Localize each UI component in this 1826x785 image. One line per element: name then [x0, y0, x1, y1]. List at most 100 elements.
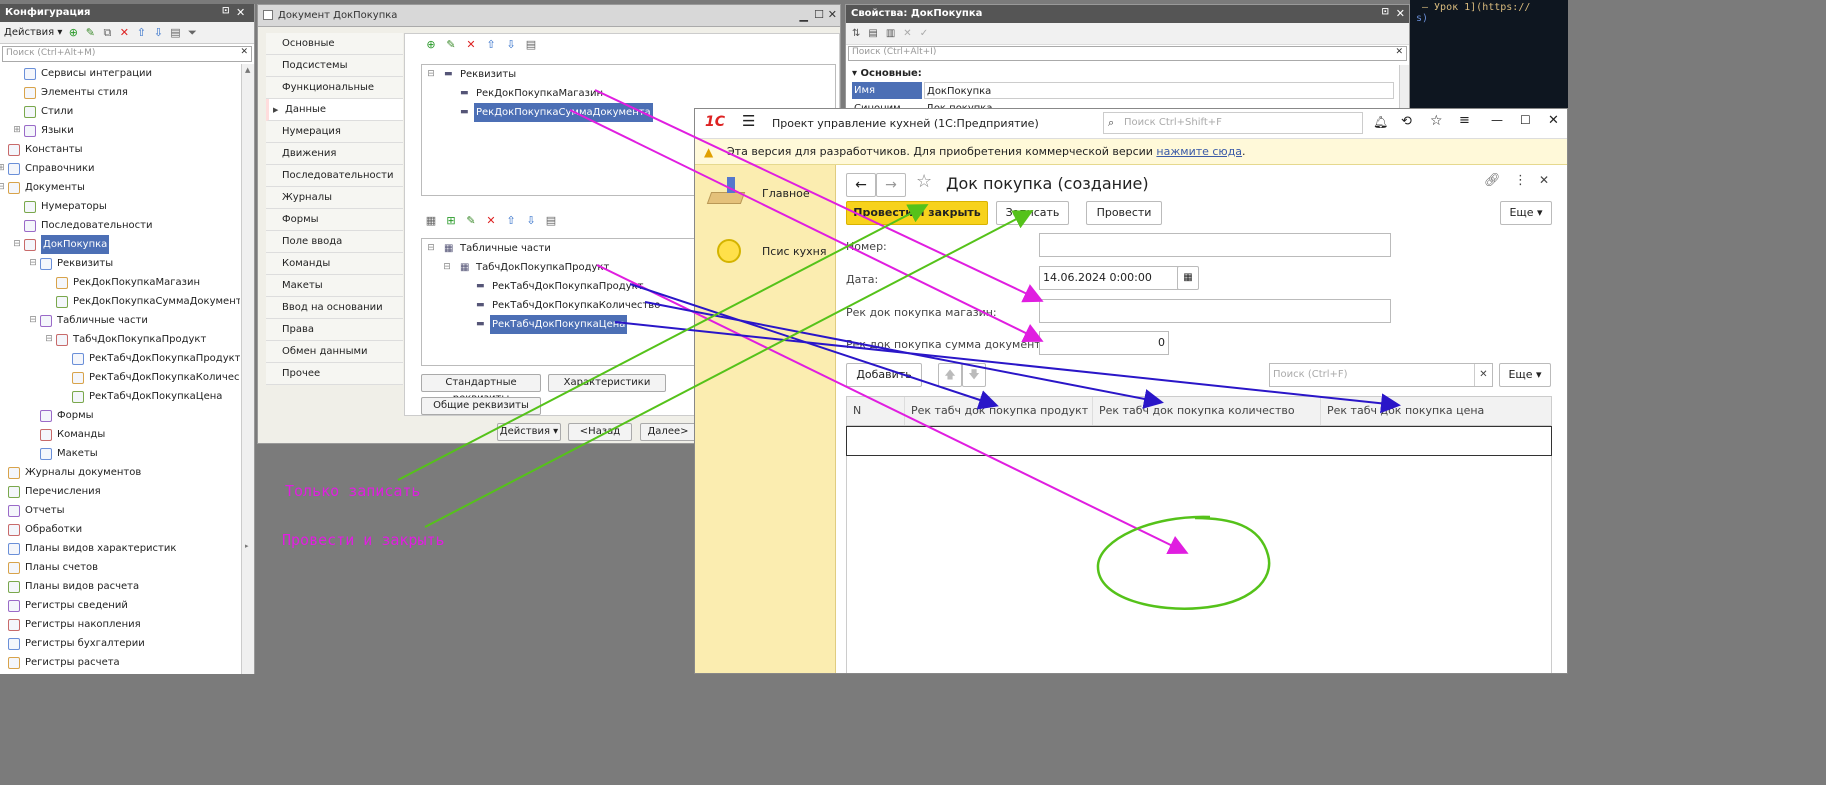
move-up-icon[interactable]: ⇧ [505, 214, 517, 227]
nav-item[interactable]: Движения [266, 143, 403, 165]
add-row-button[interactable]: Добавить [846, 363, 922, 387]
notifications-icon[interactable]: 🔔︎ [1373, 115, 1388, 129]
add-attribute-icon[interactable]: ⊞ [445, 214, 457, 227]
back-arrow-button[interactable]: ← [846, 173, 876, 197]
forward-arrow-button[interactable]: → [876, 173, 906, 197]
edit-icon[interactable]: ✎ [445, 38, 457, 51]
tree-item[interactable]: Стили [0, 102, 240, 121]
close-icon[interactable]: ✕ [236, 6, 245, 19]
nav-item[interactable]: Последовательности [266, 165, 403, 187]
sort-icon[interactable]: ▤ [169, 26, 181, 39]
characteristics-button[interactable]: Характеристики [548, 374, 666, 392]
close-icon[interactable]: ✕ [1548, 113, 1559, 128]
collapse-icon[interactable]: ⊟ [28, 311, 38, 330]
common-attributes-button[interactable]: Общие реквизиты [421, 397, 541, 415]
favorite-star-icon[interactable]: ☆ [916, 171, 932, 192]
collapse-icon[interactable]: ⊟ [0, 178, 6, 197]
back-button[interactable]: <Назад [568, 423, 632, 441]
nav-item[interactable]: Подсистемы [266, 55, 403, 77]
tree-item[interactable]: ⊞ Языки [0, 121, 240, 140]
tree-item[interactable]: Перечисления [0, 482, 240, 501]
tree-node-attribute[interactable]: ▬ РекДокПокупкаМагазин [422, 84, 835, 103]
post-and-close-button[interactable]: Провести и закрыть [846, 201, 988, 225]
next-button[interactable]: Далее> [640, 423, 696, 441]
apply-icon[interactable]: ✓ [920, 28, 928, 39]
nav-item[interactable]: Макеты [266, 275, 403, 297]
move-down-icon[interactable]: ⇩ [152, 26, 164, 39]
cancel-icon[interactable]: ✕ [903, 28, 911, 39]
nav-item[interactable]: Формы [266, 209, 403, 231]
tree-item[interactable]: РекТабчДокПокупкаПродукт [0, 349, 240, 368]
column-header-n[interactable]: N [847, 397, 905, 425]
tree-item[interactable]: РекТабчДокПокупкаЦена [0, 387, 240, 406]
sum-field[interactable]: 0 [1039, 331, 1169, 355]
link-icon[interactable]: 🔗︎ [1484, 173, 1501, 188]
close-icon[interactable]: ✕ [828, 8, 837, 21]
nav-item[interactable]: Журналы [266, 187, 403, 209]
pin-icon[interactable]: ⊡ [1381, 7, 1389, 17]
move-down-button[interactable]: 🡇 [962, 363, 986, 387]
tree-item[interactable]: ⊞ Справочники [0, 159, 240, 178]
minimize-icon[interactable]: ▁ [800, 9, 808, 22]
tree-node-attributes[interactable]: ⊟ ▬ Реквизиты [422, 65, 835, 84]
settings-menu-icon[interactable]: ≡ [1459, 113, 1470, 128]
move-up-button[interactable]: 🡅 [938, 363, 962, 387]
tree-item[interactable]: Планы счетов [0, 558, 240, 577]
filter-icon[interactable]: ▥ [886, 28, 895, 39]
actions-dropdown-button[interactable]: Действия ▾ [497, 423, 561, 441]
sort-icon[interactable]: ▤ [545, 214, 557, 227]
tree-item[interactable]: Сервисы интеграции [0, 64, 240, 83]
pin-icon[interactable]: ⊡ [222, 6, 230, 16]
filter-icon[interactable]: ⏷ [186, 26, 198, 39]
properties-section-header[interactable]: ▾ Основные: [852, 65, 922, 82]
sort-icon[interactable]: ▤ [525, 38, 537, 51]
property-row-name[interactable]: Имя ДокПокупка [852, 82, 1400, 99]
tree-item[interactable]: Команды [0, 425, 240, 444]
calendar-icon[interactable]: ▦ [1177, 266, 1199, 290]
collapse-icon[interactable]: ⊟ [44, 330, 54, 349]
maximize-icon[interactable]: ☐ [1520, 113, 1531, 127]
tree-item[interactable]: Константы [0, 140, 240, 159]
collapse-icon[interactable]: ⊟ [12, 235, 22, 254]
edit-icon[interactable]: ✎ [84, 26, 96, 39]
tree-item[interactable]: Журналы документов [0, 463, 240, 482]
table-search-input[interactable]: Поиск (Ctrl+F) ✕ [1269, 363, 1493, 387]
nav-item[interactable]: Данные [266, 99, 403, 121]
table-row[interactable] [846, 426, 1552, 456]
tree-item[interactable]: РекДокПокупкаМагазин [0, 273, 240, 292]
tree-item[interactable]: ⊟ Документы [0, 178, 240, 197]
actions-menu[interactable]: Действия ▾ [4, 27, 62, 38]
tree-item[interactable]: Планы видов характеристик [0, 539, 240, 558]
date-field[interactable]: 14.06.2024 0:00:00 [1039, 266, 1179, 290]
tree-item[interactable]: Отчеты [0, 501, 240, 520]
expand-icon[interactable]: ⊞ [12, 121, 22, 140]
tree-item[interactable]: ⊟ ТабчДокПокупкаПродукт [0, 330, 240, 349]
sort-alpha-icon[interactable]: ⇅ [852, 28, 860, 39]
property-value[interactable]: ДокПокупка [924, 82, 1394, 99]
copy-icon[interactable]: ⧉ [101, 26, 113, 39]
tree-item[interactable]: Элементы стиля [0, 83, 240, 102]
tree-item[interactable]: Регистры бухгалтерии [0, 634, 240, 653]
properties-search-input[interactable]: Поиск (Ctrl+Alt+I) ✕ [848, 46, 1407, 61]
standard-attributes-button[interactable]: Стандартные реквизиты [421, 374, 541, 404]
configuration-search-input[interactable]: Поиск (Ctrl+Alt+M) ✕ [2, 46, 252, 62]
shop-field[interactable] [1039, 299, 1391, 323]
more-button[interactable]: Еще ▾ [1500, 201, 1552, 225]
nav-item[interactable]: Поле ввода [266, 231, 403, 253]
expand-icon[interactable]: ⊞ [0, 159, 6, 178]
move-up-icon[interactable]: ⇧ [135, 26, 147, 39]
global-search-input[interactable]: ⌕ Поиск Ctrl+Shift+F [1103, 112, 1363, 134]
post-button[interactable]: Провести [1086, 201, 1162, 225]
clear-search-icon[interactable]: ✕ [1395, 47, 1403, 57]
nav-item[interactable]: Команды [266, 253, 403, 275]
delete-icon[interactable]: ✕ [465, 38, 477, 51]
buy-link[interactable]: нажмите сюда [1156, 145, 1242, 158]
column-header-quantity[interactable]: Рек табч док покупка количество [1093, 397, 1321, 425]
tree-item[interactable]: РекТабчДокПокупкаКоличес [0, 368, 240, 387]
tree-item[interactable]: Обработки [0, 520, 240, 539]
nav-item[interactable]: Прочее [266, 363, 403, 385]
tree-item[interactable]: Регистры сведений [0, 596, 240, 615]
more-actions-icon[interactable]: ⋮ [1514, 173, 1527, 188]
tree-item[interactable]: РекДокПокупкаСуммаДокумент [0, 292, 240, 311]
move-up-icon[interactable]: ⇧ [485, 38, 497, 51]
